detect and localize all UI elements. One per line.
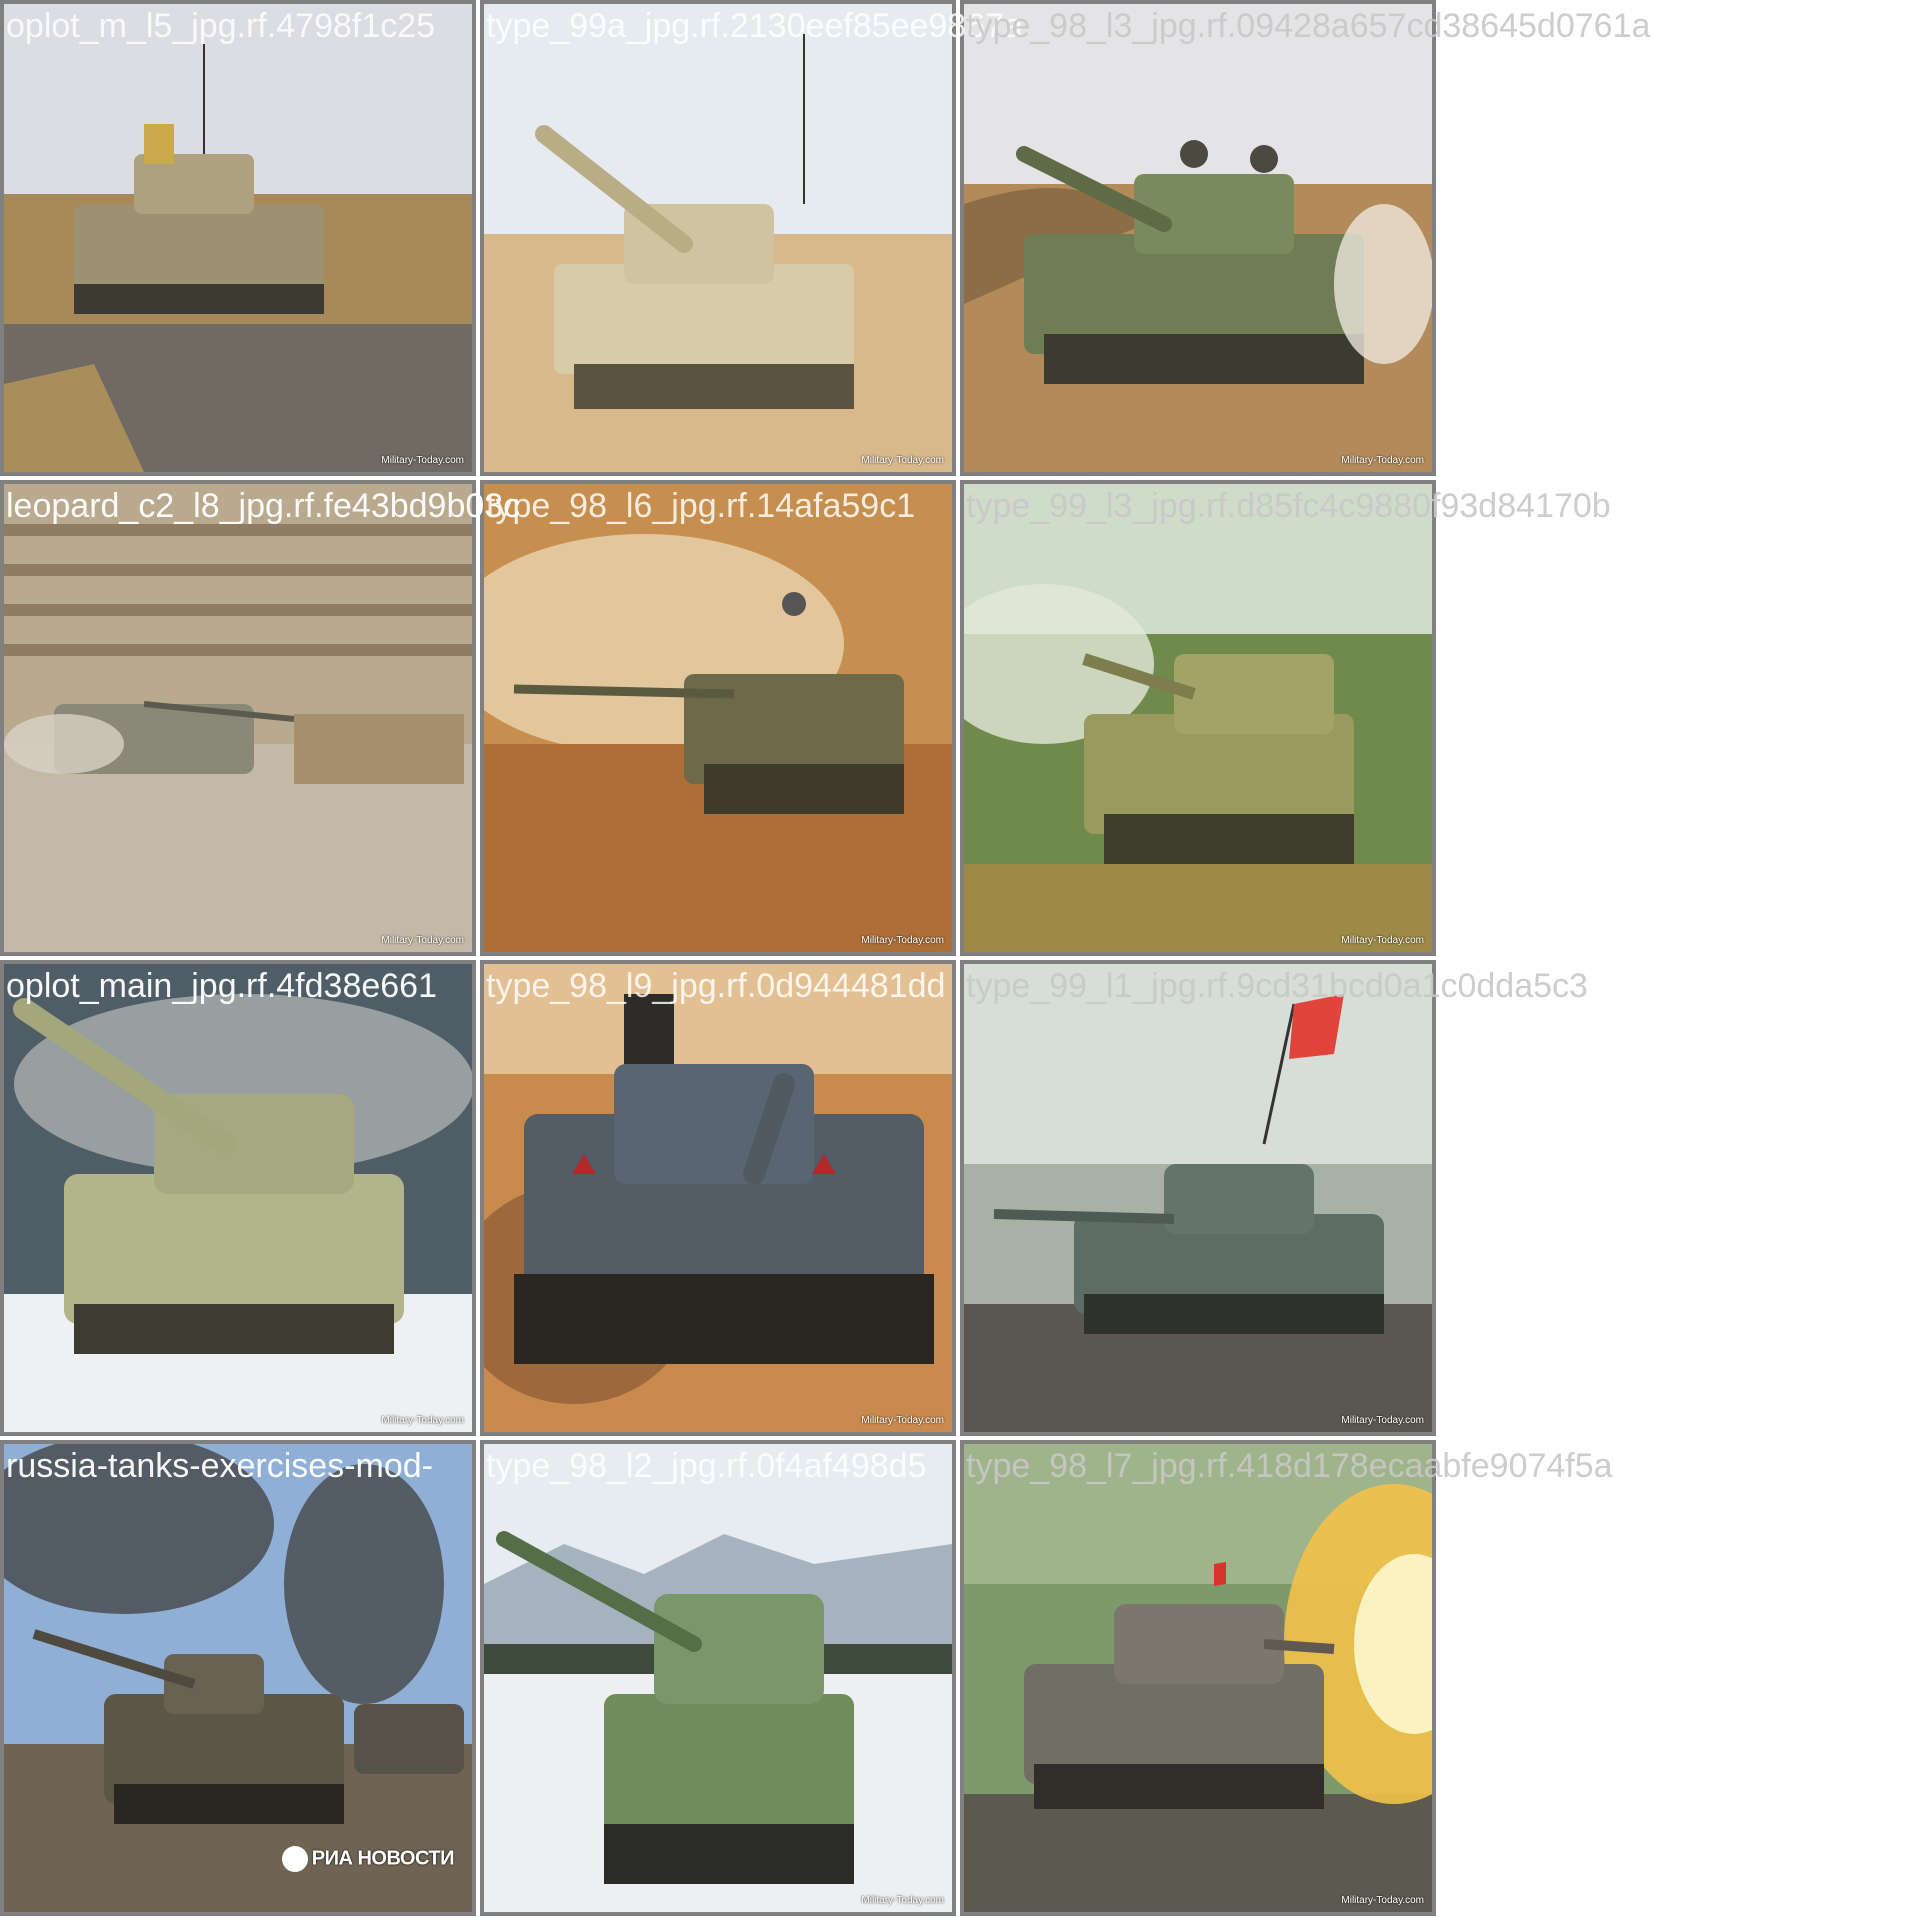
tank-photo: [4, 964, 472, 1432]
image-grid: Military-Today.com Military-Today.com Mi…: [0, 0, 1920, 1920]
tank-photo: [964, 484, 1432, 952]
image-tile[interactable]: Military-Today.com: [480, 960, 956, 1436]
ria-novosti-watermark: РИА НОВОСТИ: [281, 1846, 455, 1872]
image-tile[interactable]: РИА НОВОСТИ: [0, 1440, 476, 1916]
tank-photo: [484, 1444, 952, 1912]
tank-photo: [484, 964, 952, 1432]
image-tile[interactable]: Military-Today.com: [480, 0, 956, 476]
image-tile[interactable]: Military-Today.com: [480, 1440, 956, 1916]
tank-photo: [4, 4, 472, 472]
watermark-credit: Military-Today.com: [861, 1895, 944, 1906]
tank-photo: [484, 484, 952, 952]
watermark-credit: Military-Today.com: [1341, 1415, 1424, 1426]
image-tile[interactable]: Military-Today.com: [960, 0, 1436, 476]
image-tile[interactable]: Military-Today.com: [960, 1440, 1436, 1916]
image-tile[interactable]: Military-Today.com: [960, 960, 1436, 1436]
ria-logo-icon: [281, 1846, 308, 1872]
tank-photo: [484, 4, 952, 472]
watermark-credit: Military-Today.com: [1341, 1895, 1424, 1906]
tank-photo: [4, 484, 472, 952]
tank-photo: [964, 1444, 1432, 1912]
watermark-credit: Military-Today.com: [381, 935, 464, 946]
image-tile[interactable]: Military-Today.com: [480, 480, 956, 956]
image-tile[interactable]: Military-Today.com: [0, 960, 476, 1436]
watermark-credit: Military-Today.com: [1341, 935, 1424, 946]
watermark-credit: Military-Today.com: [861, 935, 944, 946]
tank-photo: [4, 1444, 472, 1912]
image-tile[interactable]: Military-Today.com: [0, 0, 476, 476]
tank-photo: [964, 4, 1432, 472]
watermark-credit: Military-Today.com: [861, 1415, 944, 1426]
image-tile[interactable]: Military-Today.com: [0, 480, 476, 956]
watermark-credit: Military-Today.com: [381, 1415, 464, 1426]
tank-photo: [964, 964, 1432, 1432]
watermark-credit: Military-Today.com: [381, 455, 464, 466]
watermark-credit: Military-Today.com: [1341, 455, 1424, 466]
image-tile[interactable]: Military-Today.com: [960, 480, 1436, 956]
watermark-credit: РИА НОВОСТИ: [311, 1847, 455, 1870]
watermark-credit: Military-Today.com: [861, 455, 944, 466]
